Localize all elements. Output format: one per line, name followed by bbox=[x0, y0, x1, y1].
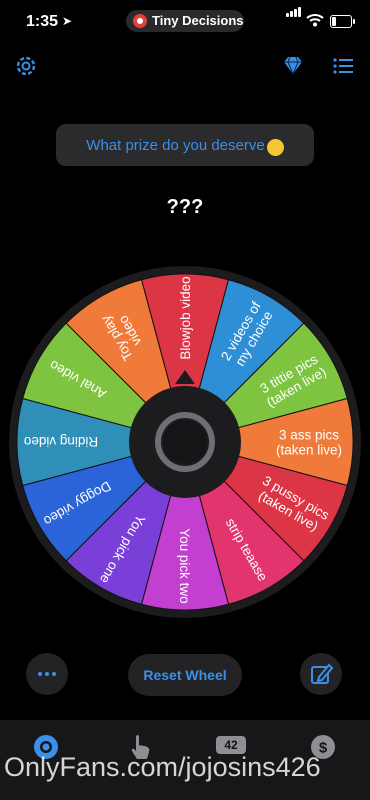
wheel-label-line: Blowjob video bbox=[178, 276, 193, 359]
result-text: ??? bbox=[166, 196, 204, 218]
status-bar: 1:35 ➤ Tiny Decisions bbox=[0, 0, 370, 44]
wifi-icon bbox=[306, 14, 324, 27]
wheel-label-line: (taken live) bbox=[276, 443, 342, 458]
wheel-segment-label: Blowjob video bbox=[178, 276, 193, 359]
location-arrow-icon: ➤ bbox=[62, 14, 73, 28]
prompt-text: What prize do you deserve bbox=[86, 136, 265, 154]
watermark-text: OnlyFans.com/jojosins426 bbox=[4, 752, 321, 782]
wheel-segment-label: 3 ass pics(taken live) bbox=[276, 428, 342, 458]
decision-wheel[interactable]: Blowjob video 2 videos ofmy choice3 titti… bbox=[5, 262, 365, 622]
status-time: 1:35 bbox=[26, 13, 59, 30]
edit-button[interactable] bbox=[300, 653, 342, 695]
app-indicator-pill[interactable]: Tiny Decisions bbox=[126, 10, 244, 32]
wheel-label-line: 3 ass pics bbox=[279, 428, 339, 443]
battery-icon bbox=[330, 15, 355, 28]
wheel-label-line: Riding video bbox=[24, 434, 98, 449]
spin-center bbox=[163, 420, 207, 464]
reset-wheel-button[interactable]: Reset Wheel bbox=[128, 654, 242, 696]
wheel-label-line: You pick two bbox=[177, 528, 192, 603]
wheel-segment-label: Riding video bbox=[24, 434, 98, 449]
prompt-card[interactable]: What prize do you deserve bbox=[56, 124, 314, 166]
diamond-icon[interactable] bbox=[279, 52, 307, 80]
gear-icon[interactable] bbox=[12, 52, 40, 80]
edit-icon bbox=[311, 663, 334, 684]
more-options-button[interactable] bbox=[26, 653, 68, 695]
list-icon[interactable] bbox=[330, 52, 358, 80]
ellipsis-icon bbox=[38, 672, 56, 676]
wheel-segment-label: You pick two bbox=[177, 528, 192, 603]
winking-face-icon bbox=[266, 138, 284, 156]
app-name: Tiny Decisions bbox=[152, 13, 244, 28]
app-record-icon bbox=[133, 14, 147, 28]
